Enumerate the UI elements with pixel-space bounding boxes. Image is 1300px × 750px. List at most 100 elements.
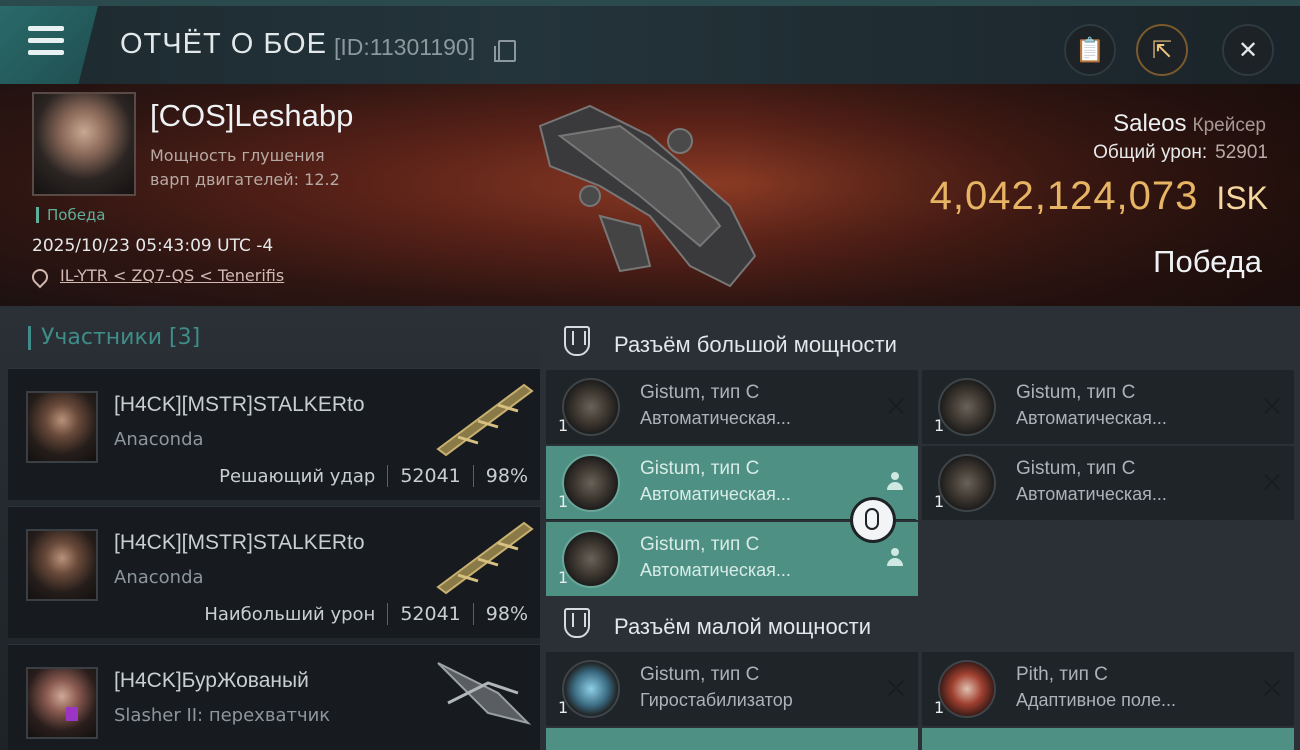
module-name: Gistum, тип C [640,534,760,555]
top-bar: ОТЧЁТ О БОЕ [ID:11301190] 📋 ⇱ ✕ [0,0,1300,84]
report-button[interactable]: 📋 [1064,24,1116,76]
destroyed-icon [1262,396,1282,416]
module-name: Gistum, тип C [640,664,760,685]
victim-name[interactable]: [COS]Leshabp [150,98,353,134]
location-pin-icon [28,265,52,288]
autocannon-icon [562,454,620,512]
module-desc: Автоматическая... [640,408,791,428]
pilot-icon [886,548,904,568]
destroyed-icon [1262,678,1282,698]
menu-icon [28,26,64,62]
participant-damage: 52041 [400,465,461,487]
autocannon-icon [562,378,620,436]
module-qty: 1 [934,492,945,511]
location-link[interactable]: IL-YTR < ZQ7-QS < Tenerifis [60,266,284,285]
participant-row[interactable]: [H4CK][MSTR]STALKERto Anaconda Наибольши… [8,506,540,638]
module-item[interactable]: 1 Gistum, тип C Автоматическая... [546,370,918,444]
module-item[interactable] [922,728,1294,750]
pilot-icon [886,472,904,492]
module-desc: Гиростабилизатор [640,690,793,710]
module-qty: 1 [934,698,945,717]
module-desc: Автоматическая... [1016,408,1167,428]
participant-row[interactable]: [H4CK]БурЖованый Slasher II: перехватчик [8,644,540,750]
destroyed-icon [886,678,906,698]
autocannon-icon [562,530,620,588]
victim-stat-value: варп двигателей: 12.2 [150,170,340,189]
participant-name: [H4CK]БурЖованый [114,669,309,692]
participant-stats: Решающий удар 52041 98% [219,465,528,487]
participant-ship: Slasher II: перехватчик [114,705,331,726]
participant-role: Наибольший урон [204,603,376,625]
share-icon: ⇱ [1151,36,1173,64]
module-item[interactable]: 1 Pith, тип C Адаптивное поле... [922,652,1294,726]
report-icon: 📋 [1075,36,1105,64]
fitting-panel: Разъём большой мощности 1 Gistum, тип C … [540,306,1300,750]
participant-role: Решающий удар [219,465,376,487]
gyrostabilizer-icon [562,660,620,718]
module-qty: 1 [934,416,945,435]
close-icon: ✕ [1237,36,1259,64]
avatar [26,667,98,739]
menu-button[interactable] [0,6,98,84]
battle-id: [ID:11301190] [334,34,476,60]
module-desc: Автоматическая... [1016,484,1167,504]
page-title: ОТЧЁТ О БОЕ [120,28,327,60]
module-name: Gistum, тип C [640,382,760,403]
module-qty: 1 [558,416,569,435]
victim-result-badge: Победа [36,207,106,223]
participant-ship: Anaconda [114,429,204,450]
module-item[interactable]: 1 Gistum, тип C Автоматическая... [922,446,1294,520]
participant-damage: 52041 [400,603,461,625]
avatar [26,529,98,601]
share-button[interactable]: ⇱ [1136,24,1188,76]
module-qty: 1 [558,698,569,717]
ship-name: Saleos Крейсер [1113,110,1266,137]
mouse-cursor-icon [853,500,893,540]
total-damage-value: 52901 [1215,142,1268,163]
close-button[interactable]: ✕ [1222,24,1274,76]
autocannon-icon [938,454,996,512]
isk-value: 4,042,124,073 ISK [929,174,1268,218]
battle-outcome: Победа [1153,244,1262,279]
high-slot-header: Разъём большой мощности [540,310,1300,372]
module-item[interactable]: 1 Gistum, тип C Гиростабилизатор [546,652,918,726]
module-name: Gistum, тип C [1016,458,1136,479]
victim-panel: [COS]Leshabp Мощность глушения варп двиг… [0,84,1300,306]
copy-icon[interactable] [494,40,516,62]
participant-row[interactable]: [H4CK][MSTR]STALKERto Anaconda Решающий … [8,368,540,500]
high-slot-icon [564,326,590,356]
module-desc: Адаптивное поле... [1016,690,1176,710]
participants-panel: Участники [3] [H4CK][MSTR]STALKERto Anac… [0,306,540,750]
weapon-image [436,521,534,595]
module-desc: Автоматическая... [640,560,791,580]
module-desc: Автоматическая... [640,484,791,504]
module-name: Gistum, тип C [1016,382,1136,403]
module-qty: 1 [558,568,569,587]
weapon-image [436,383,534,457]
participants-header[interactable]: Участники [3] [28,326,200,350]
adaptive-field-icon [938,660,996,718]
destroyed-icon [886,396,906,416]
low-slot-title: Разъём малой мощности [614,614,872,639]
battle-location[interactable]: IL-YTR < ZQ7-QS < Tenerifis [28,265,284,288]
high-slot-title: Разъём большой мощности [614,332,897,357]
participant-name: [H4CK][MSTR]STALKERto [114,393,365,416]
victim-avatar[interactable] [32,92,136,196]
participant-percent: 98% [485,603,528,625]
destroyed-icon [1262,472,1282,492]
avatar [26,391,98,463]
victim-ship-image [538,104,757,288]
participant-ship: Anaconda [114,567,204,588]
status-badge [66,707,78,721]
module-qty: 1 [558,492,569,511]
module-name: Gistum, тип C [640,458,760,479]
participant-name: [H4CK][MSTR]STALKERto [114,531,365,554]
module-item[interactable]: 1 Gistum, тип C Автоматическая... [922,370,1294,444]
low-slot-icon [564,608,590,638]
module-name: Pith, тип C [1016,664,1108,685]
module-item[interactable] [546,728,918,750]
ship-image [437,662,532,725]
participant-percent: 98% [485,465,528,487]
participant-stats: Наибольший урон 52041 98% [204,603,528,625]
autocannon-icon [938,378,996,436]
